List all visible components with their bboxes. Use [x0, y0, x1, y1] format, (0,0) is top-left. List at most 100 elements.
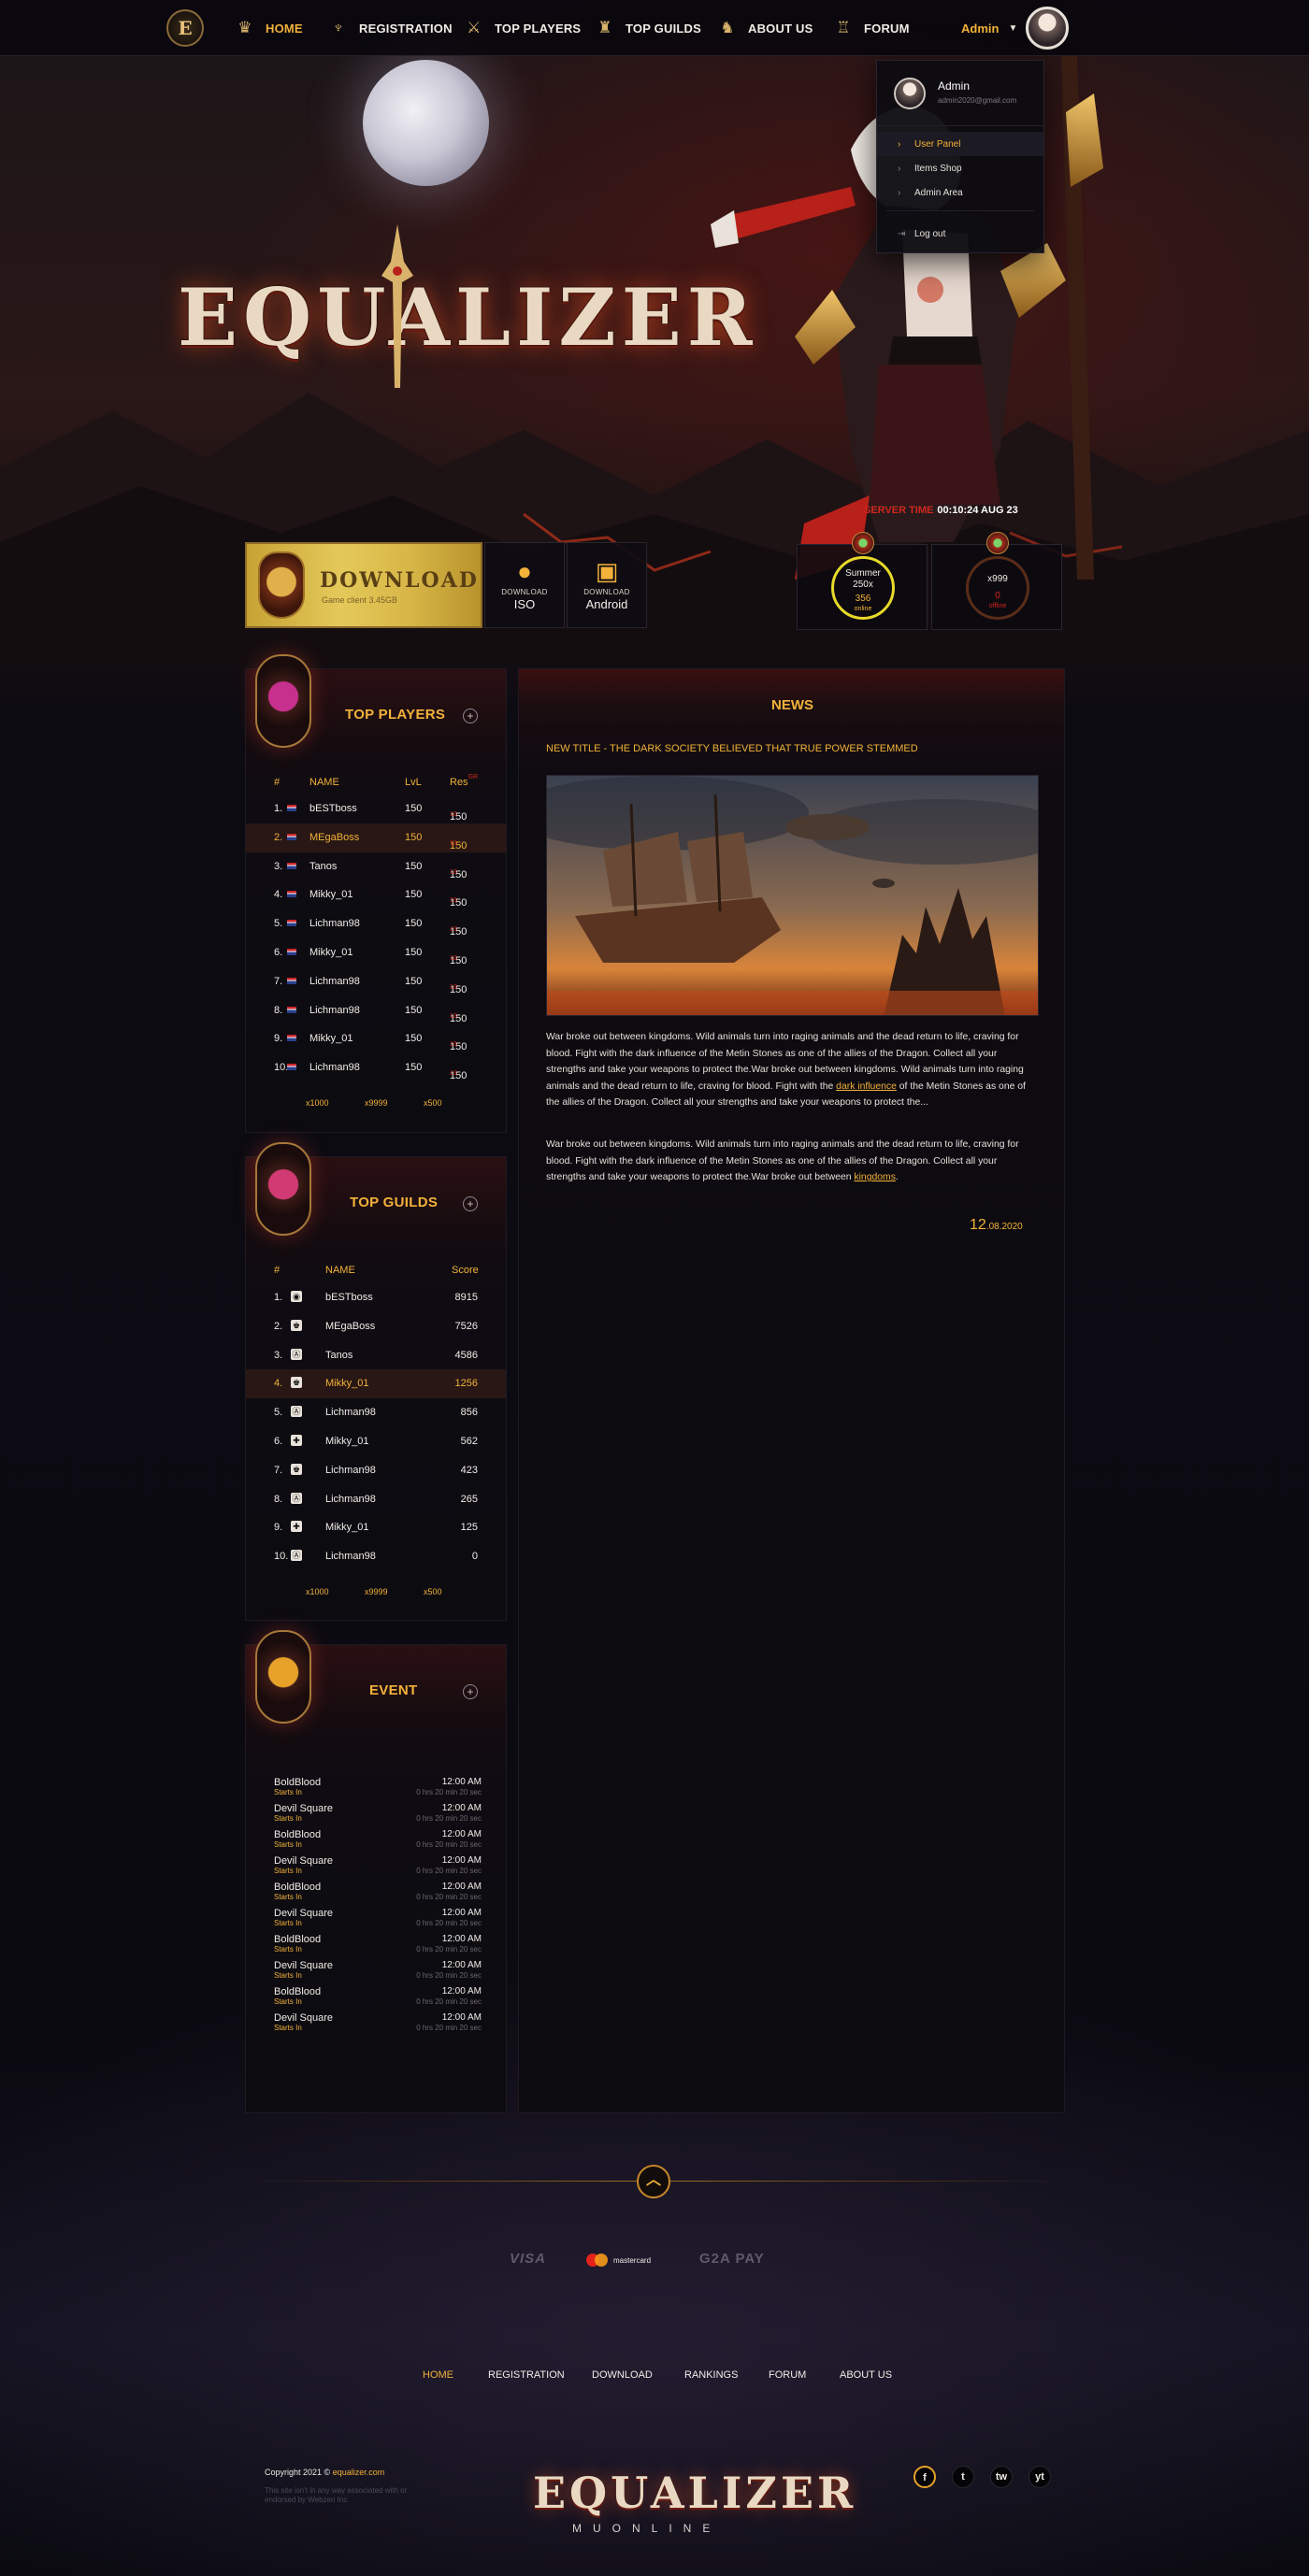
- flag-icon: [287, 833, 296, 840]
- scroll-to-top-button[interactable]: ︿: [637, 2165, 670, 2198]
- android-icon: ▣: [595, 557, 619, 585]
- nav-registration[interactable]: ♆ REGISTRATION: [327, 0, 453, 56]
- event-time: 12:00 AM: [441, 1882, 482, 1892]
- row-rank: 10.: [274, 1062, 289, 1074]
- event-panel: EVENT + BoldBlood Starts In 12:00 AM 0 hrs …: [245, 1630, 507, 2113]
- twitch-icon[interactable]: tw: [990, 2466, 1013, 2488]
- panel-title: TOP GUILDS: [350, 1195, 439, 1210]
- footer-nav-about-us[interactable]: ABOUT US: [840, 2369, 892, 2381]
- table-row[interactable]: 5. Ⓐ Lichman98 856: [246, 1398, 506, 1427]
- event-starts-label: Starts In: [274, 1919, 302, 1927]
- pager-x9999[interactable]: x9999: [365, 1098, 388, 1108]
- footer-nav-download[interactable]: DOWNLOAD: [592, 2369, 653, 2381]
- visa-logo: VISA: [510, 2251, 547, 2267]
- airship-illustration: [547, 776, 1038, 1015]
- list-item: BoldBlood Starts In 12:00 AM 0 hrs 20 min 2…: [274, 1986, 482, 2012]
- menu-item-admin-area[interactable]: › Admin Area: [877, 180, 1043, 205]
- table-row[interactable]: 4. ♚ Mikky_01 1256: [246, 1369, 506, 1399]
- news-title-link[interactable]: NEW TITLE - THE DARK SOCIETY BELIEVED TH…: [546, 743, 918, 754]
- expand-plus-icon[interactable]: +: [463, 1684, 478, 1699]
- table-row[interactable]: 10. Lichman98 150 150 13: [246, 1053, 506, 1082]
- menu-item-user-panel[interactable]: › User Panel: [877, 132, 1043, 156]
- event-name: BoldBlood: [274, 1777, 322, 1788]
- table-row[interactable]: 2. ♚ MEgaBoss 7526: [246, 1312, 506, 1341]
- castle-icon: ♖: [836, 19, 851, 36]
- facebook-icon[interactable]: f: [913, 2466, 936, 2488]
- download-client-button[interactable]: DOWNLOAD Game client 3.45GB: [245, 542, 482, 628]
- table-row[interactable]: 9. Mikky_01 150 150 13: [246, 1024, 506, 1053]
- news-link-dark-influence[interactable]: dark influence: [836, 1081, 897, 1092]
- nav-top-players[interactable]: ⚔ TOP PLAYERS: [463, 0, 581, 56]
- nav-forum[interactable]: ♖ FORUM: [832, 0, 910, 56]
- page: { "nav": { "brand_letter": "E", "items":…: [0, 0, 1309, 2576]
- download-android-button[interactable]: ▣ DOWNLOAD Android: [567, 542, 647, 628]
- menu-item-logout[interactable]: ⇥ Log out: [877, 222, 1043, 246]
- row-score: 7526: [454, 1320, 478, 1332]
- table-row[interactable]: 9. ✚ Mikky_01 125: [246, 1513, 506, 1542]
- row-level: 150: [405, 1004, 423, 1016]
- expand-plus-icon[interactable]: +: [463, 1196, 478, 1211]
- pager-x1000[interactable]: x1000: [306, 1098, 329, 1108]
- pager-x500[interactable]: x500: [424, 1587, 442, 1596]
- news-panel: NEWS NEW TITLE - THE DARK SOCIETY BELIEV…: [518, 668, 1065, 2113]
- table-row[interactable]: 8. Ⓐ Lichman98 265: [246, 1485, 506, 1514]
- footer-nav-forum[interactable]: FORUM: [769, 2369, 806, 2381]
- download-ios-button[interactable]: ● DOWNLOAD ISO: [484, 542, 565, 628]
- footer-nav-rankings[interactable]: RANKINGS: [684, 2369, 738, 2381]
- row-level: 150: [405, 860, 423, 872]
- news-link-kingdoms[interactable]: kingdoms: [854, 1172, 895, 1182]
- flag-icon: [287, 1006, 296, 1013]
- table-row[interactable]: 7. ♚ Lichman98 423: [246, 1456, 506, 1485]
- table-row[interactable]: 7. Lichman98 150 150 13: [246, 967, 506, 996]
- table-row[interactable]: 5. Lichman98 150 150 13: [246, 909, 506, 938]
- row-rank: 3.: [274, 860, 283, 872]
- table-row[interactable]: 4. Mikky_01 150 150 13: [246, 880, 506, 909]
- server-card-x999[interactable]: x999 0 offline: [931, 532, 1062, 630]
- event-countdown: 0 hrs 20 min 20 sec: [416, 1893, 482, 1901]
- row-name: MEgaBoss: [325, 1320, 376, 1332]
- table-row[interactable]: 1. ◉ bESTboss 8915: [246, 1283, 506, 1312]
- row-rank: 6.: [274, 1436, 283, 1447]
- footer-disclaimer: This site isn't in any way associated wi…: [265, 2486, 408, 2504]
- home-crest-icon: ♛: [237, 19, 252, 36]
- chevron-right-icon: ›: [898, 187, 901, 198]
- guild-emblem-icon: ✚: [291, 1435, 302, 1446]
- nav-about-us[interactable]: ♞ ABOUT US: [716, 0, 813, 56]
- nav-top-guilds[interactable]: ♜ TOP GUILDS: [594, 0, 701, 56]
- pager-x1000[interactable]: x1000: [306, 1587, 329, 1596]
- server-status-ring: Summer 250x 356 online: [831, 556, 895, 620]
- expand-plus-icon[interactable]: +: [463, 708, 478, 723]
- table-row[interactable]: 3. Tanos 150 150 13: [246, 852, 506, 881]
- table-row[interactable]: 1. bESTboss 150 150 13: [246, 794, 506, 823]
- row-level: 150: [405, 1033, 423, 1045]
- server-gem-icon: [986, 532, 1009, 554]
- avatar[interactable]: [1026, 7, 1069, 50]
- footer-nav-registration[interactable]: REGISTRATION: [488, 2369, 565, 2381]
- footer-nav-home[interactable]: HOME: [423, 2369, 453, 2381]
- table-row[interactable]: 6. ✚ Mikky_01 562: [246, 1427, 506, 1456]
- guild-emblem-icon: ♚: [291, 1377, 302, 1389]
- row-name: Tanos: [325, 1349, 353, 1361]
- row-rank: 4.: [274, 889, 283, 901]
- pager-x500[interactable]: x500: [424, 1098, 442, 1108]
- table-row[interactable]: 6. Mikky_01 150 150 13: [246, 938, 506, 967]
- pager-x9999[interactable]: x9999: [365, 1587, 388, 1596]
- menu-item-items-shop[interactable]: › Items Shop: [877, 156, 1043, 180]
- row-name: Mikky_01: [325, 1436, 369, 1447]
- event-starts-label: Starts In: [274, 2024, 302, 2032]
- list-item: BoldBlood Starts In 12:00 AM 0 hrs 20 min 2…: [274, 1934, 482, 1960]
- table-row[interactable]: 3. Ⓐ Tanos 4586: [246, 1341, 506, 1370]
- nav-home[interactable]: ♛ HOME: [234, 0, 303, 56]
- user-menu-toggle[interactable]: Admin ▼: [961, 0, 1017, 56]
- youtube-icon[interactable]: yt: [1028, 2466, 1051, 2488]
- server-card-summer[interactable]: Summer 250x 356 online: [797, 532, 928, 630]
- brand-logo[interactable]: E: [166, 9, 204, 47]
- table-row[interactable]: 8. Lichman98 150 150 13: [246, 996, 506, 1025]
- row-level: 150: [405, 889, 423, 901]
- news-paragraph-2: War broke out between kingdoms. Wild ani…: [546, 1139, 1019, 1183]
- table-row[interactable]: 2. MEgaBoss 150 150 13: [246, 823, 506, 852]
- table-row[interactable]: 10. Ⓐ Lichman98 0: [246, 1542, 506, 1571]
- guild-emblem-icon: Ⓐ: [291, 1492, 302, 1504]
- footer-domain-link[interactable]: equalizer.com: [333, 2468, 385, 2477]
- twitter-icon[interactable]: t: [952, 2466, 974, 2488]
